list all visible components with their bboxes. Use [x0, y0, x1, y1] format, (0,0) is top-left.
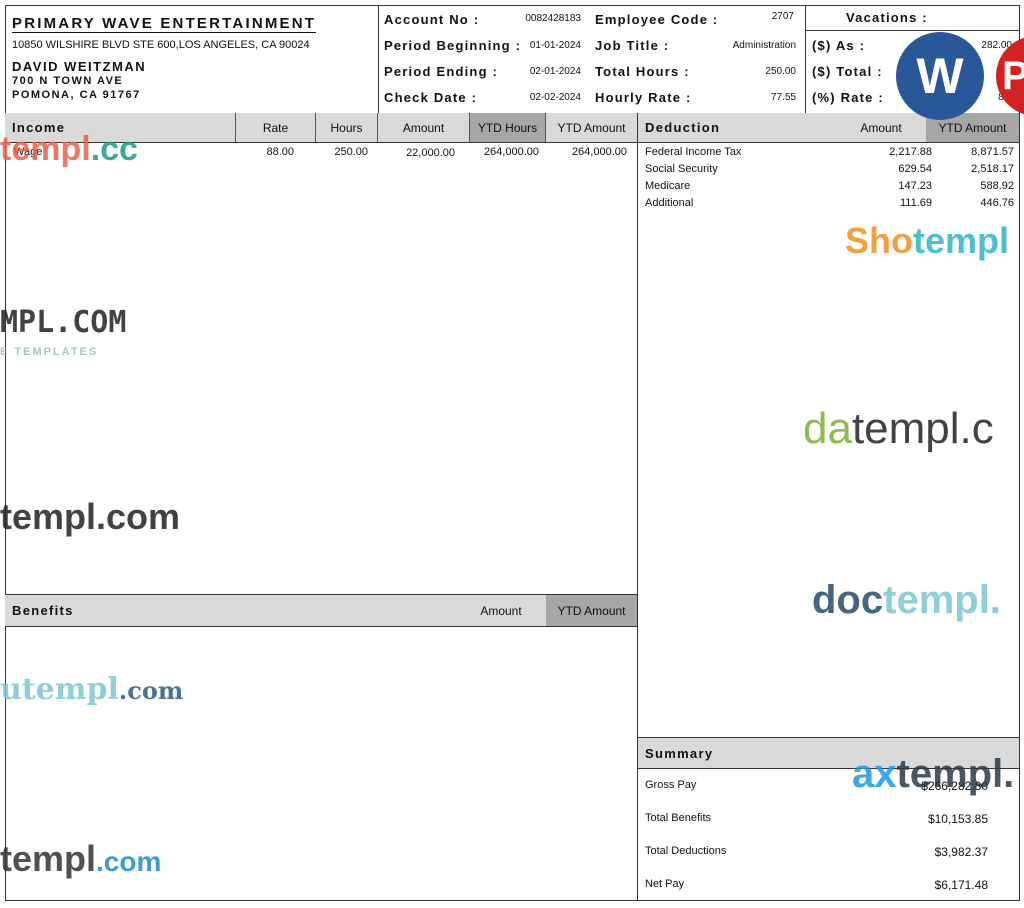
watermark-logo: MPL.COM [0, 305, 127, 340]
vacation-rate-label: (%) Rate : [812, 90, 884, 105]
vacations-title: Vacations : [846, 10, 928, 25]
company-address: 10850 WILSHIRE BLVD STE 600,LOS ANGELES,… [12, 39, 310, 51]
benefits-amount-header: Amount [456, 595, 546, 627]
employee-code-label: Employee Code : [595, 12, 719, 27]
employee-street: 700 N TOWN AVE [12, 75, 124, 87]
company-name: PRIMARY WAVE ENTERTAINMENT [12, 15, 317, 33]
vacation-total-label: ($) Total : [812, 64, 883, 79]
income-rate: 88.00 [266, 146, 294, 158]
deduction-ytd: 2,518.17 [971, 163, 1014, 175]
amount-header: Amount [378, 113, 470, 143]
total-hours-label: Total Hours : [595, 64, 690, 79]
divider [805, 30, 1020, 31]
account-no-label: Account No : [384, 12, 480, 27]
benefits-ytd-header: YTD Amount [546, 595, 637, 627]
deduction-amount: 111.69 [899, 197, 932, 209]
deduction-ytd: 588.92 [980, 180, 1014, 192]
check-date-label: Check Date : [384, 90, 478, 105]
watermark-logo: E TEMPLATES [0, 346, 99, 358]
deduction-label: Medicare [645, 180, 691, 192]
job-title-label: Job Title : [595, 38, 670, 53]
watermark-logo: axtempl. [852, 752, 1015, 796]
income-ytd-amount: 264,000.00 [571, 146, 627, 158]
watermark-logo: doctempl. [812, 578, 1001, 622]
job-title-value: Administration [732, 40, 796, 51]
employee-name: DAVID WEITZMAN [12, 59, 147, 74]
deduction-amount: 2,217.88 [889, 146, 932, 158]
hours-header: Hours [316, 113, 378, 143]
deduction-ytd: 8,871.57 [971, 146, 1014, 158]
account-no-value: 0082428183 [525, 13, 581, 24]
income-ytd-hours: 264,000.00 [483, 146, 539, 158]
word-logo-icon: W [896, 32, 984, 120]
deduction-amount: 147.23 [898, 180, 932, 192]
vacation-as-label: ($) As : [812, 38, 866, 53]
deduction-label: Additional [645, 197, 694, 209]
period-beginning-value: 01-01-2024 [529, 40, 581, 51]
watermark-logo: templ.com [0, 496, 181, 537]
summary-label: Net Pay [645, 878, 685, 890]
income-amount: 22,000.00 [406, 147, 455, 159]
period-ending-value: 02-01-2024 [529, 66, 581, 77]
summary-value: $10,153.85 [927, 812, 988, 826]
ytd-amount-header: YTD Amount [546, 113, 638, 143]
deduction-header: Deduction [638, 113, 836, 143]
period-ending-label: Period Ending : [384, 64, 499, 79]
divider [637, 113, 638, 901]
benefits-header: Benefits [5, 595, 456, 627]
ytd-hours-header: YTD Hours [470, 113, 546, 143]
employee-code-value: 2707 [771, 11, 794, 22]
watermark-logo: templ.cc [0, 130, 138, 168]
deduction-label: Social Security [645, 163, 718, 175]
deduction-amount-header: Amount [836, 113, 926, 143]
income-hours: 250.00 [334, 146, 368, 158]
deduction-amount: 629.54 [898, 163, 932, 175]
watermark-logo: templ.com [0, 838, 162, 879]
summary-label: Total Deductions [645, 845, 727, 857]
hourly-rate-value: 77.55 [770, 92, 796, 103]
hourly-rate-label: Hourly Rate : [595, 90, 692, 105]
watermark-logo: datempl.c [803, 404, 994, 453]
period-beginning-label: Period Beginning : [384, 38, 522, 53]
deduction-ytd: 446.76 [980, 197, 1014, 209]
summary-value: $6,171.48 [934, 878, 988, 892]
total-hours-value: 250.00 [765, 66, 796, 77]
summary-label: Gross Pay [645, 779, 697, 791]
check-date-value: 02-02-2024 [529, 92, 581, 103]
rate-header: Rate [236, 113, 316, 143]
watermark-logo: utempl.com [0, 672, 184, 707]
deduction-label: Federal Income Tax [645, 146, 742, 158]
employee-city: POMONA, CA 91767 [12, 89, 141, 101]
pay-stub: PRIMARY WAVE ENTERTAINMENT 10850 WILSHIR… [0, 0, 1024, 908]
watermark-logo: Shotempl [845, 220, 1010, 261]
summary-label: Total Benefits [645, 812, 712, 824]
summary-value: $3,982.37 [934, 845, 988, 859]
